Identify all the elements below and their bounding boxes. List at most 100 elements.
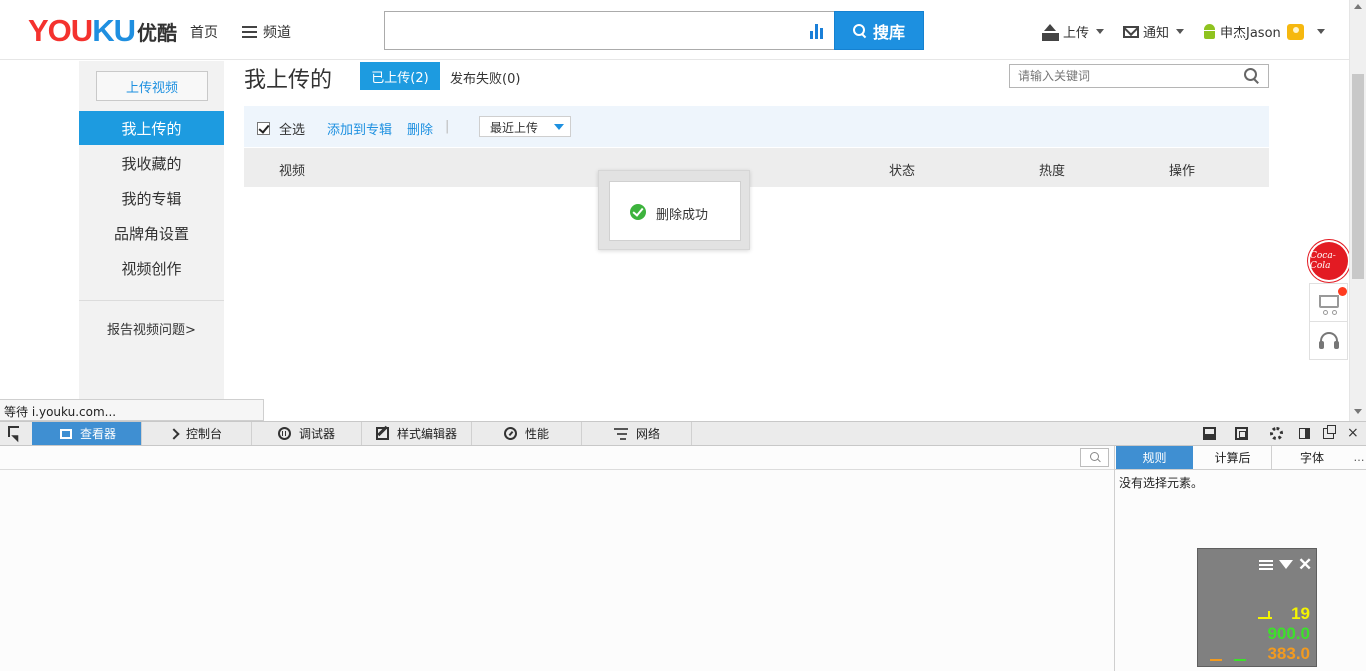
sort-dropdown-value: 最近上传 bbox=[490, 121, 539, 135]
tab-rules[interactable]: 规则 bbox=[1116, 446, 1193, 469]
scrollbar-thumb[interactable] bbox=[1352, 74, 1364, 279]
coca-cola-ad-icon[interactable]: Coca-Cola bbox=[1310, 242, 1348, 280]
devtools-tab-label: 性能 bbox=[525, 427, 550, 441]
search-button[interactable]: 搜库 bbox=[834, 11, 924, 50]
tab-uploaded[interactable]: 已上传(2) bbox=[360, 62, 440, 90]
username: 申杰Jason bbox=[1220, 26, 1281, 41]
close-icon[interactable]: × bbox=[1347, 426, 1360, 440]
element-picker-icon[interactable] bbox=[8, 426, 23, 441]
sort-dropdown[interactable]: 最近上传 bbox=[479, 116, 571, 137]
logo-wordmark: YOUKU bbox=[28, 13, 136, 48]
sidebar-item-video-creation[interactable]: 视频创作 bbox=[79, 251, 224, 285]
gear-icon[interactable] bbox=[1270, 427, 1283, 440]
performance-icon bbox=[504, 427, 517, 440]
keyword-search-field[interactable] bbox=[1009, 64, 1269, 88]
cart-icon bbox=[1319, 295, 1339, 315]
devtools-tab-debugger[interactable]: 调试器 bbox=[252, 422, 362, 445]
devtools-tab-performance[interactable]: 性能 bbox=[472, 422, 582, 445]
column-header-action: 操作 bbox=[1169, 164, 1196, 179]
sidebar: 上传视频 我上传的 我收藏的 我的专辑 品牌角设置 视频创作 报告视频问题> bbox=[79, 61, 224, 421]
toast-body: 删除成功 bbox=[609, 181, 741, 241]
ms-sparkline-icon bbox=[1210, 659, 1222, 661]
keyword-search-input[interactable] bbox=[1018, 65, 1243, 87]
tab-computed[interactable]: 计算后 bbox=[1194, 446, 1272, 469]
devtools-tab-label: 查看器 bbox=[80, 427, 117, 441]
inspector-toolbar bbox=[0, 446, 1115, 470]
devtools-panel: 规则 计算后 字体 … 没有选择元素。 bbox=[0, 446, 1366, 671]
youku-logo[interactable]: YOUKU 优酷 bbox=[28, 14, 177, 48]
upload-menu-label: 上传 bbox=[1063, 26, 1090, 41]
notification-menu-label: 通知 bbox=[1143, 26, 1170, 41]
sidebar-item-brand-settings[interactable]: 品牌角设置 bbox=[79, 216, 224, 250]
scroll-up-icon[interactable] bbox=[1354, 4, 1362, 9]
report-video-problem-link[interactable]: 报告视频问题> bbox=[79, 319, 224, 338]
notification-menu[interactable]: 通知 bbox=[1123, 22, 1185, 41]
devtools-tab-network[interactable]: 网络 bbox=[582, 422, 692, 445]
select-all-checkbox[interactable] bbox=[257, 122, 270, 135]
devtools-toolbar: 查看器 控制台 调试器 样式编辑器 性能 网络 × bbox=[0, 421, 1366, 446]
search-icon[interactable] bbox=[1244, 68, 1260, 84]
sidebar-item-albums[interactable]: 我的专辑 bbox=[79, 181, 224, 215]
table-header: 视频 状态 热度 操作 bbox=[244, 148, 1269, 187]
fps-sparkline-icon bbox=[1258, 609, 1272, 619]
action-toolbar: 全选 添加到专辑 删除 | 最近上传 bbox=[244, 106, 1269, 147]
split-console-icon[interactable] bbox=[1203, 427, 1216, 440]
no-element-selected-text: 没有选择元素。 bbox=[1119, 476, 1204, 490]
devtools-tab-console[interactable]: 控制台 bbox=[142, 422, 252, 445]
select-all-label[interactable]: 全选 bbox=[279, 119, 305, 138]
fps-value: 19 bbox=[1291, 604, 1310, 623]
search-icon bbox=[852, 23, 867, 38]
devtools-tab-label: 网络 bbox=[636, 427, 661, 441]
rules-tabs: 规则 计算后 字体 … bbox=[1115, 446, 1366, 470]
debugger-icon bbox=[278, 427, 291, 440]
devtools-tab-inspector[interactable]: 查看器 bbox=[32, 422, 142, 445]
close-icon[interactable]: ✕ bbox=[1298, 555, 1312, 575]
mail-icon bbox=[1123, 25, 1139, 38]
nav-channel-menu[interactable]: 频道 bbox=[242, 22, 291, 42]
column-header-video: 视频 bbox=[279, 164, 306, 179]
search-icon[interactable] bbox=[1080, 448, 1109, 467]
sidebar-item-favorites[interactable]: 我收藏的 bbox=[79, 146, 224, 180]
devtools-tab-label: 控制台 bbox=[186, 427, 223, 441]
shopping-cart-button[interactable] bbox=[1309, 283, 1348, 322]
frame-time-value: 383.0 bbox=[1267, 644, 1310, 663]
tab-failed[interactable]: 发布失败(0) bbox=[450, 68, 520, 87]
style-editor-icon bbox=[376, 427, 389, 440]
toolbar-separator: | bbox=[445, 119, 450, 134]
menu-icon[interactable] bbox=[1259, 560, 1273, 570]
trending-chart-icon[interactable] bbox=[810, 23, 826, 39]
headset-icon bbox=[1319, 332, 1339, 349]
upload-video-button[interactable]: 上传视频 bbox=[96, 71, 208, 101]
nav-home-link[interactable]: 首页 bbox=[190, 22, 218, 42]
scroll-down-icon[interactable] bbox=[1354, 409, 1362, 414]
network-icon bbox=[614, 427, 628, 440]
responsive-design-icon[interactable] bbox=[1235, 427, 1248, 440]
sidebar-divider bbox=[79, 300, 224, 301]
perf-meter-overlay[interactable]: ✕ 19 900.0 383.0 bbox=[1197, 548, 1317, 667]
collapse-icon[interactable] bbox=[1279, 560, 1293, 569]
chevron-down-icon bbox=[1176, 29, 1185, 34]
browser-status-text: 等待 i.youku.com... bbox=[0, 399, 264, 421]
dock-side-icon[interactable] bbox=[1299, 428, 1310, 439]
devtools-tab-label: 样式编辑器 bbox=[397, 427, 458, 441]
devtools-tab-style-editor[interactable]: 样式编辑器 bbox=[362, 422, 472, 445]
page-scrollbar[interactable] bbox=[1349, 0, 1366, 421]
chevron-down-icon bbox=[554, 124, 564, 130]
search-button-label: 搜库 bbox=[872, 22, 905, 42]
add-to-album-link[interactable]: 添加到专辑 bbox=[327, 119, 392, 138]
console-icon bbox=[168, 427, 180, 440]
sidebar-item-my-uploads[interactable]: 我上传的 bbox=[79, 111, 224, 145]
page-title: 我上传的 bbox=[244, 68, 333, 93]
more-tabs-icon[interactable]: … bbox=[1351, 446, 1366, 469]
menu-icon bbox=[242, 26, 257, 38]
devtools-tab-label: 调试器 bbox=[299, 427, 336, 441]
upload-menu[interactable]: 上传 bbox=[1042, 22, 1105, 41]
logo-chinese: 优酷 bbox=[136, 20, 177, 45]
popout-window-icon[interactable] bbox=[1323, 425, 1336, 439]
search-input[interactable] bbox=[384, 11, 836, 50]
user-menu[interactable]: 申杰Jason bbox=[1203, 22, 1325, 41]
customer-service-button[interactable] bbox=[1309, 321, 1348, 360]
delete-link[interactable]: 删除 bbox=[407, 119, 433, 138]
check-circle-icon bbox=[630, 204, 646, 220]
tab-fonts[interactable]: 字体 bbox=[1273, 446, 1351, 469]
